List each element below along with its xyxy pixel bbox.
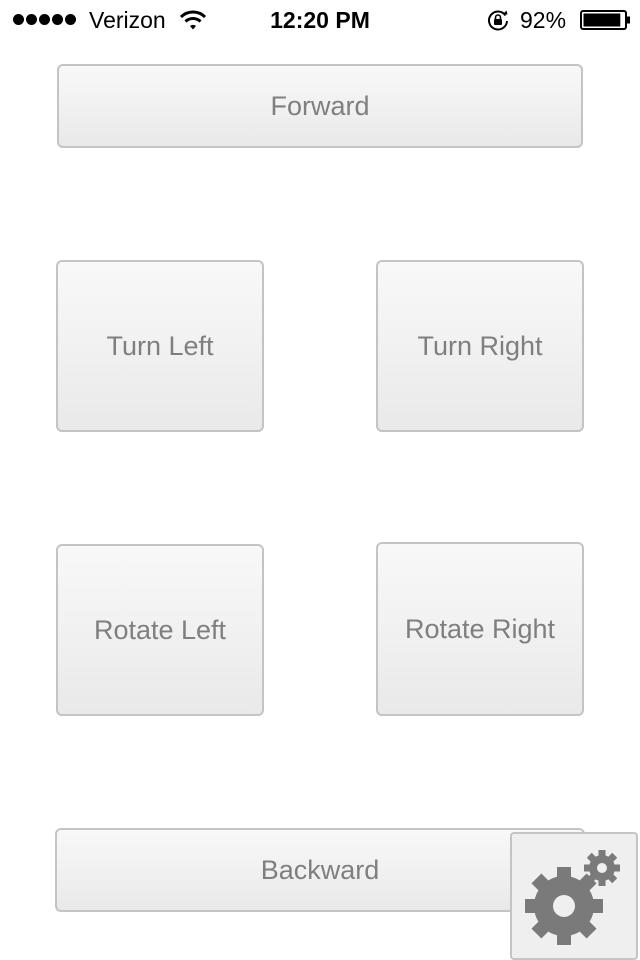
turn-left-label: Turn Left (106, 330, 214, 361)
forward-button[interactable]: Forward (57, 64, 583, 148)
rotate-left-button[interactable]: Rotate Left (56, 544, 264, 716)
rotate-right-label: Rotate Right (404, 613, 556, 644)
backward-label: Backward (260, 854, 380, 885)
battery-percent: 92% (520, 7, 567, 33)
rotation-lock-icon (486, 9, 510, 31)
status-bar: Verizon 12:20 PM 92% (0, 0, 640, 40)
turn-left-button[interactable]: Turn Left (56, 260, 264, 432)
turn-right-label: Turn Right (417, 330, 543, 361)
backward-button[interactable]: Backward (55, 828, 585, 912)
rotate-right-button[interactable]: Rotate Right (376, 542, 584, 716)
turn-right-button[interactable]: Turn Right (376, 260, 584, 432)
gears-icon (525, 850, 620, 945)
rotate-left-label: Rotate Left (93, 614, 227, 645)
forward-label: Forward (270, 90, 370, 121)
battery-icon (580, 9, 632, 31)
settings-button[interactable] (510, 832, 638, 960)
